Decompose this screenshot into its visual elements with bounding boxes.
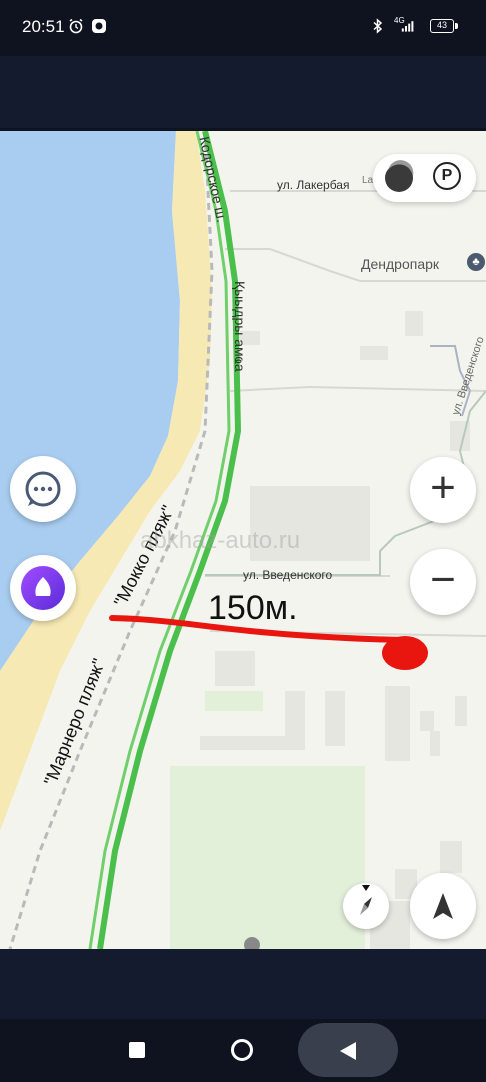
alice-button[interactable] <box>10 555 76 621</box>
top-dark-band <box>0 56 486 128</box>
map-view[interactable]: ул. Лакербая La Дендропарк ♣ Кодорское ш… <box>0 131 486 949</box>
navigation-arrow-icon <box>433 893 453 919</box>
layers-button[interactable] <box>379 158 419 198</box>
alarm-icon <box>69 18 83 34</box>
destination-marker <box>382 636 428 670</box>
signal-icon <box>401 21 414 32</box>
status-time: 20:51 <box>22 17 65 36</box>
alice-icon <box>21 566 65 610</box>
street-label-vvedenskogo: ул. Введенского <box>243 568 333 582</box>
home-icon <box>231 1039 253 1061</box>
app-notification-icon <box>92 19 106 33</box>
compass-button[interactable] <box>343 883 389 929</box>
parking-button[interactable]: P <box>431 160 467 196</box>
park-icon: ♣ <box>467 253 485 271</box>
bluetooth-icon <box>373 18 383 34</box>
home-button[interactable] <box>222 1031 262 1069</box>
plus-icon: + <box>430 463 456 512</box>
square-icon <box>129 1042 145 1058</box>
square-button[interactable] <box>118 1033 158 1067</box>
bottom-dark-band <box>0 949 486 1019</box>
chat-icon <box>25 471 61 507</box>
status-bar: 20:51 4G 43 <box>0 0 486 56</box>
back-button[interactable] <box>298 1023 398 1077</box>
watermark-text: abkhaz-auto.ru <box>140 527 301 554</box>
road-label-kyydrya: Қыыдры амҩа <box>232 281 248 372</box>
zoom-out-button[interactable]: − <box>410 549 476 615</box>
park-lawn <box>170 766 365 949</box>
zoom-in-button[interactable]: + <box>410 457 476 523</box>
map-bottom-marker <box>244 937 260 949</box>
street-label-lakerbaya-cut: La <box>362 175 374 186</box>
distance-annotation-label: 150м. <box>208 589 298 627</box>
chat-button[interactable] <box>10 456 76 522</box>
layers-icon <box>385 160 414 192</box>
street-label-lakerbaya: ул. Лакербая <box>277 178 350 192</box>
battery-icon: 43 <box>430 19 454 33</box>
minus-icon: − <box>430 555 456 604</box>
parking-icon: P <box>433 162 461 190</box>
compass-icon <box>360 885 372 915</box>
battery-tip <box>455 23 458 29</box>
system-nav-bar <box>0 1019 486 1080</box>
battery-level: 43 <box>436 20 447 30</box>
small-lawn <box>205 691 263 711</box>
back-icon <box>340 1042 356 1060</box>
navigate-button[interactable] <box>410 873 476 939</box>
poi-label-dendropark: Дендропарк <box>361 256 440 272</box>
map-top-controls: P <box>373 154 476 202</box>
